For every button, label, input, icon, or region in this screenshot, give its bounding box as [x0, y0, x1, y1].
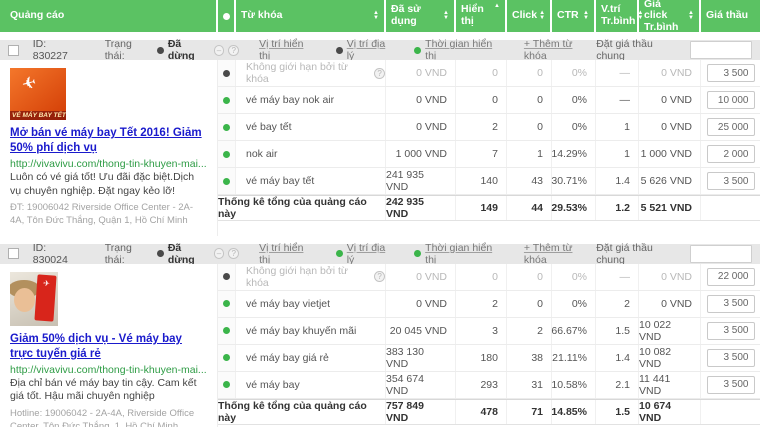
ad-title-link[interactable]: Giảm 50% dịch vụ - Vé máy bay trực tuyến…	[10, 332, 207, 362]
ads-manager-page: Quảng cáo Từ khóa ▲ ▼ Đã sử dụng ▲ ▼ Hiển th…	[0, 0, 760, 427]
keyword-status-dot-icon	[223, 300, 230, 308]
select-ad-checkbox[interactable]	[8, 44, 19, 56]
ad-description: Địa chỉ bán vé máy bay tin cậy. Cam kết …	[10, 376, 197, 403]
column-header-bid: Giá thầu	[706, 9, 749, 22]
display-position-link[interactable]: Vị trí hiển thị	[259, 242, 316, 266]
ad-status: Trạng thái: Đã dừng – ?	[105, 242, 240, 266]
column-header-click[interactable]: Click ▲ ▼	[507, 0, 552, 32]
keyword-row: vé máy bay nok air 0 VND 0 0 0% — 0 VND	[218, 87, 760, 114]
keyword-row: vé bay tết 0 VND 2 0 0% 1 0 VND	[218, 114, 760, 141]
status-stopped-dot-icon	[157, 46, 164, 54]
ad-preview: ✈ Giảm 50% dịch vụ - Vé máy bay trực tuy…	[0, 263, 218, 427]
bid-input[interactable]	[706, 145, 755, 163]
column-header-status	[218, 0, 236, 32]
keyword-status-dot-icon	[223, 273, 230, 281]
keyword-status-dot-icon	[223, 177, 230, 185]
keyword-status-dot-icon	[223, 327, 230, 335]
bid-input[interactable]	[706, 91, 755, 109]
column-header-ad: Quảng cáo	[0, 0, 218, 32]
common-bid-label: Đặt giá thầu chung	[596, 241, 653, 266]
column-header-avg-position[interactable]: V.trí Tr.bình ▲ ▼	[596, 0, 643, 32]
status-dot-icon	[222, 12, 230, 20]
ad-thumbnail-image: ✈	[10, 271, 58, 326]
airplane-icon: ✈	[19, 72, 39, 95]
status-stopped-dot-icon	[157, 250, 164, 258]
keyword-status-dot-icon	[223, 96, 230, 104]
common-bid-label: Đặt giá thầu chung	[596, 38, 653, 62]
ad-title-link[interactable]: Mở bán vé máy bay Tết 2016! Giảm 50% phí…	[10, 126, 207, 156]
keyword-status-dot-icon	[223, 123, 230, 131]
table-header: Quảng cáo Từ khóa ▲ ▼ Đã sử dụng ▲ ▼ Hiển th…	[0, 0, 760, 32]
keyword-row: vé máy bay 354 674 VND 293 31 10.58% 2.1…	[218, 371, 760, 399]
ad-block: ID: 830024 Trạng thái: Đã dừng – ? Vị tr…	[0, 241, 760, 427]
ad-id: ID: 830227	[32, 38, 68, 62]
schedule-link[interactable]: Thời gian hiển thị	[414, 38, 504, 62]
bid-input[interactable]	[706, 348, 755, 367]
bid-input[interactable]	[706, 294, 755, 313]
geo-dot-icon	[335, 250, 343, 258]
pause-icon[interactable]: –	[213, 248, 225, 260]
keyword-row: nok air 1 000 VND 7 1 14.29% 1 1 000 VND	[218, 141, 760, 168]
help-icon[interactable]: ?	[228, 44, 240, 56]
ad-preview: ✈ VÉ MÁY BAY TẾT Mở bán vé máy bay Tết 2…	[0, 60, 218, 236]
ticket-icon: ✈	[34, 274, 57, 322]
ad-block-subheader: ID: 830227 Trạng thái: Đã dừng – ? Vị tr…	[0, 38, 760, 62]
ad-id: ID: 830024	[32, 241, 68, 266]
add-keyword-link[interactable]: + Thêm từ khóa	[524, 242, 596, 266]
column-header-used[interactable]: Đã sử dụng ▲ ▼	[386, 0, 456, 32]
bid-input[interactable]	[706, 375, 755, 394]
keyword-row: vé máy bay khuyến mãi 20 045 VND 3 2 66.…	[218, 317, 760, 345]
ad-thumbnail-image: ✈ VÉ MÁY BAY TẾT	[10, 68, 66, 120]
sort-icon[interactable]: ▲ ▼	[539, 10, 545, 21]
schedule-dot-icon	[414, 46, 422, 54]
keyword-row: Không giới hạn bởi từ khóa? 0 VND 0 0 0%…	[218, 263, 760, 291]
keyword-status-dot-icon	[223, 69, 230, 77]
geo-position-link[interactable]: Vị trí địa lý	[335, 38, 394, 62]
ad-display-url: http://vivavivu.com/thong-tin-khuyen-mai…	[10, 157, 207, 170]
keyword-status-dot-icon	[223, 381, 230, 389]
bid-input[interactable]	[706, 172, 755, 190]
column-header-avg-cpc[interactable]: Giá click Tr.bình ▲ ▼	[639, 0, 701, 32]
sort-icon[interactable]: ▲ ▼	[443, 10, 449, 21]
sort-icon[interactable]: ▲ ▼	[373, 10, 379, 21]
keyword-status-dot-icon	[223, 354, 230, 362]
common-bid-input[interactable]	[690, 244, 753, 263]
ad-description: Luôn có vé giá tốt! Ưu đãi đặc biệt.Dịch…	[10, 170, 195, 197]
keyword-status-dot-icon	[223, 150, 230, 158]
add-keyword-link[interactable]: + Thêm từ khóa	[524, 38, 596, 62]
ad-status: Trạng thái: Đã dừng – ?	[105, 38, 240, 62]
bid-input[interactable]	[706, 118, 755, 136]
display-position-link[interactable]: Vị trí hiển thị	[259, 38, 316, 62]
ad-total-row: Thống kê tổng của quảng cáo này 242 935 …	[218, 195, 760, 221]
keyword-row: Không giới hạn bởi từ khóa? 0 VND 0 0 0%…	[218, 60, 760, 87]
ad-block-subheader: ID: 830024 Trạng thái: Đã dừng – ? Vị tr…	[0, 241, 760, 266]
ad-address: ĐT: 19006042 Riverside Office Center - 2…	[10, 202, 194, 226]
sort-asc-icon[interactable]: ▲	[494, 3, 500, 9]
bid-input[interactable]	[706, 321, 755, 340]
ad-block: ID: 830227 Trạng thái: Đã dừng – ? Vị tr…	[0, 38, 760, 236]
column-header-keyword[interactable]: Từ khóa ▲ ▼	[236, 0, 386, 32]
select-ad-checkbox[interactable]	[8, 248, 19, 260]
keyword-row: vé máy bay vietjet 0 VND 2 0 0% 2 0 VND	[218, 290, 760, 318]
column-header-ctr[interactable]: CTR ▲ ▼	[552, 0, 596, 32]
sort-icon[interactable]: ▲ ▼	[688, 10, 694, 21]
info-icon[interactable]: ?	[374, 67, 385, 79]
ad-address: Hotline: 19006042 - 2A-4A, Riverside Off…	[10, 407, 195, 427]
geo-position-link[interactable]: Vị trí địa lý	[335, 242, 394, 266]
geo-dot-icon	[335, 46, 343, 54]
common-bid-input[interactable]	[690, 41, 753, 59]
bid-input[interactable]	[706, 267, 755, 286]
schedule-dot-icon	[414, 250, 422, 258]
keyword-row: vé máy bay giá rẻ 383 130 VND 180 38 21.…	[218, 344, 760, 372]
ad-total-row: Thống kê tổng của quảng cáo này 757 849 …	[218, 398, 760, 425]
ad-display-url: http://vivavivu.com/thong-tin-khuyen-mai…	[10, 363, 207, 376]
info-icon[interactable]: ?	[374, 271, 385, 283]
sort-icon[interactable]: ▲ ▼	[583, 10, 589, 21]
column-header-impressions[interactable]: Hiển thị ▲	[456, 0, 507, 32]
bid-input[interactable]	[706, 64, 755, 82]
pause-icon[interactable]: –	[213, 44, 225, 56]
keyword-row: vé máy bay tết 241 935 VND 140 43 30.71%…	[218, 168, 760, 195]
schedule-link[interactable]: Thời gian hiển thị	[414, 242, 504, 266]
help-icon[interactable]: ?	[228, 248, 240, 260]
